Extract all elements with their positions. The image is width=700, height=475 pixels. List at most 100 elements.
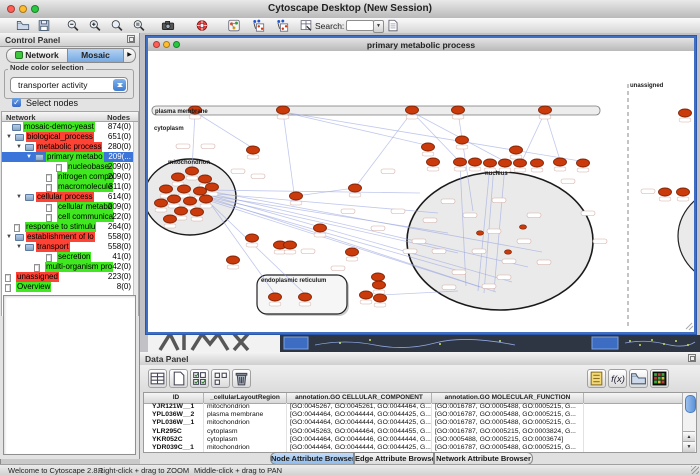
tree-item[interactable]: ▼metabolic process280(0) [2, 142, 138, 152]
resize-grip[interactable] [691, 466, 699, 474]
network-node[interactable] [186, 167, 199, 175]
tree-item[interactable]: ▼cellular process614(0) [2, 192, 138, 202]
select-attributes-icon[interactable] [190, 369, 209, 388]
network-node[interactable] [406, 106, 419, 114]
scroll-down-button[interactable]: ▼ [683, 441, 695, 452]
tree-item[interactable]: cellular metabo209(0) [2, 202, 138, 212]
layout-transfer-a-icon[interactable] [251, 19, 265, 32]
search-input[interactable] [346, 20, 374, 31]
network-node[interactable] [677, 188, 690, 196]
network-node[interactable] [577, 159, 590, 167]
column-header[interactable]: _cellularLayoutRegion [204, 393, 287, 403]
column-header[interactable]: ID [149, 393, 204, 403]
network-node[interactable] [514, 159, 527, 167]
tree-item[interactable]: unassigned223(0) [2, 272, 138, 282]
zoom-in-icon[interactable] [88, 19, 102, 32]
network-node[interactable] [199, 175, 212, 183]
layout-transfer-b-icon[interactable] [275, 19, 289, 32]
expand-arrow-icon[interactable]: ▼ [16, 192, 22, 202]
network-node[interactable] [456, 136, 469, 144]
network-node[interactable] [227, 256, 240, 264]
tree-item[interactable]: ▼transport558(0) [2, 242, 138, 252]
network-node[interactable] [200, 195, 213, 203]
help-lifering-icon[interactable] [195, 19, 209, 32]
table-row[interactable]: YJR121W__1mitochondrion[GO:0045267, GO:0… [144, 403, 683, 411]
tree-item[interactable]: nucleobase-209(0) [2, 162, 138, 172]
network-node-small[interactable] [477, 231, 484, 235]
tree-item[interactable]: multi-organism pro42(0) [2, 262, 138, 272]
network-node[interactable] [372, 273, 385, 281]
tree-item[interactable]: secretion41(0) [2, 252, 138, 262]
import-table-icon[interactable] [299, 19, 313, 32]
tree-item[interactable]: cell communicat22(0) [2, 212, 138, 222]
snapshot-camera-icon[interactable] [161, 19, 175, 32]
open-folder-icon[interactable] [16, 19, 30, 32]
network-node[interactable] [168, 195, 181, 203]
network-node[interactable] [164, 215, 177, 223]
network-node[interactable] [284, 241, 297, 249]
network-node[interactable] [554, 158, 567, 166]
birdseye-view[interactable] [3, 295, 136, 455]
expand-arrow-icon[interactable]: ▼ [26, 152, 32, 162]
network-node[interactable] [374, 294, 387, 302]
table-row[interactable]: YLR295Ccytoplasm[GO:0045263, GO:0044464,… [144, 428, 683, 436]
network-node[interactable] [314, 224, 327, 232]
network-view-window[interactable]: primary metabolic process plasma membran… [146, 36, 696, 334]
network-node[interactable] [539, 106, 552, 114]
function-builder-icon[interactable]: f(x) [608, 369, 627, 388]
tab-mosaic[interactable]: Mosaic [68, 48, 124, 63]
import-attributes-folder-icon[interactable] [629, 369, 648, 388]
zoom-selected-icon[interactable] [132, 19, 146, 32]
new-attribute-icon[interactable] [169, 369, 188, 388]
attribute-table-icon[interactable] [148, 369, 167, 388]
tree-item[interactable]: nitrogen compo209(0) [2, 172, 138, 182]
network-node-small[interactable] [520, 225, 527, 229]
network-node[interactable] [360, 291, 373, 299]
network-node[interactable] [346, 248, 359, 256]
delete-attribute-trash-icon[interactable] [232, 369, 251, 388]
table-row[interactable]: YDR039C__1mitochondrion[GO:0044464, GO:0… [144, 444, 683, 452]
network-node[interactable] [452, 106, 465, 114]
network-node[interactable] [531, 159, 544, 167]
tab-network[interactable]: Network [6, 48, 68, 63]
expand-arrow-icon[interactable]: ▼ [6, 232, 12, 242]
network-node[interactable] [184, 197, 197, 205]
network-node[interactable] [427, 158, 440, 166]
tab-overflow-arrow[interactable]: ▶ [124, 48, 136, 63]
network-node[interactable] [172, 173, 185, 181]
table-row[interactable]: YPL036W__1mitochondrion[GO:0044464, GO:0… [144, 419, 683, 427]
float-panel-icon[interactable] [688, 354, 696, 362]
network-node[interactable] [454, 158, 467, 166]
network-node[interactable] [422, 143, 435, 151]
canvas-grip-icon[interactable] [686, 323, 693, 330]
network-node[interactable] [373, 281, 386, 289]
network-node[interactable] [247, 146, 260, 154]
network-canvas[interactable]: plasma membranecytoplasmmitochondrionnuc… [148, 51, 694, 332]
network-node[interactable] [175, 207, 188, 215]
vizmapper-icon[interactable] [227, 19, 241, 32]
unselect-attributes-icon[interactable] [211, 369, 230, 388]
network-window-titlebar[interactable]: primary metabolic process [148, 38, 694, 52]
expand-arrow-icon[interactable]: ▼ [16, 142, 22, 152]
network-node[interactable] [679, 109, 692, 117]
network-node[interactable] [269, 293, 282, 301]
network-node[interactable] [349, 184, 362, 192]
save-icon[interactable] [37, 19, 51, 32]
session-page-icon[interactable] [386, 19, 400, 32]
network-node[interactable] [277, 106, 290, 114]
expand-arrow-icon[interactable]: ▼ [6, 132, 12, 142]
table-row[interactable]: YKR052Ccytoplasm[GO:0044464, GO:0044446,… [144, 436, 683, 444]
column-header[interactable]: annotation.GO MOLECULAR_FUNCTION [432, 393, 584, 403]
zoom-fit-icon[interactable] [110, 19, 124, 32]
tree-item[interactable]: macromolecule311(0) [2, 182, 138, 192]
network-node[interactable] [178, 185, 191, 193]
network-node[interactable] [160, 185, 173, 193]
network-node[interactable] [659, 188, 672, 196]
float-panel-icon[interactable] [127, 35, 135, 43]
tree-item[interactable]: ▼primary metabo209(... [2, 152, 138, 162]
node-color-dropdown[interactable]: transporter activity [10, 77, 128, 93]
network-node[interactable] [299, 293, 312, 301]
tree-scrollbar[interactable] [133, 122, 138, 316]
network-node[interactable] [469, 158, 482, 166]
zoom-out-icon[interactable] [66, 19, 80, 32]
